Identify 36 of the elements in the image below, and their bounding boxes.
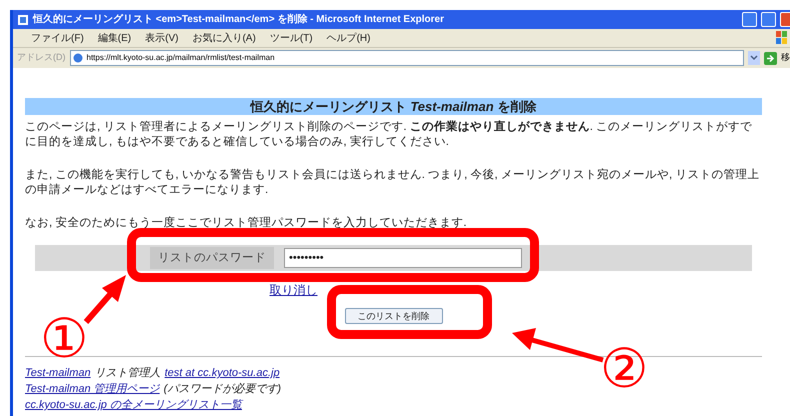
windows-logo-icon: [776, 31, 788, 45]
page-icon: [72, 53, 82, 63]
footer-text: リスト管理人: [94, 366, 161, 381]
minimize-button[interactable]: [742, 12, 757, 27]
footer-link[interactable]: cc.kyoto-su.ac.jp の全メーリングリスト一覧: [25, 397, 242, 413]
footer-text: (パスワードが必要です): [164, 382, 281, 397]
address-label: アドレス(D): [17, 51, 66, 64]
paragraph: なお, 安全のためにもう一度ここでリスト管理パスワードを入力していただきます.: [25, 216, 468, 231]
arrow: [84, 275, 126, 324]
menu-item[interactable]: 表示(V): [145, 30, 178, 46]
window-title: 恒久的にメーリングリスト <em>Test-mailman</em> を削除 - Microsoft Internet Explorer: [33, 12, 444, 27]
address-text: https://mlt.kyoto-su.ac.jp/mailman/rmlist/test-mailman: [86, 52, 275, 64]
go-arrow-icon[interactable]: [764, 52, 777, 64]
close-button[interactable]: [780, 12, 790, 27]
password-field[interactable]: •••••••••: [284, 248, 522, 268]
page-heading: 恒久的にメーリングリスト Test-mailman を削除: [25, 98, 762, 115]
paragraph: このページは, リスト管理者によるメーリングリスト削除のページです. この作業はやり直しができません. このメーリングリストがすでに目的を達成し, もはや不要であると確信している場合のみ, 実行してください.: [25, 120, 754, 150]
menu-item[interactable]: お気に入り(A): [192, 30, 256, 46]
go-button[interactable]: 移: [781, 51, 790, 65]
menu-item[interactable]: 編集(E): [98, 30, 132, 46]
maximize-button[interactable]: [761, 12, 776, 27]
dropdown-icon[interactable]: [748, 51, 760, 65]
step-number: ②: [600, 344, 648, 394]
menu-item[interactable]: ツール(T): [270, 30, 313, 46]
footer-link[interactable]: test at cc.kyoto-su.ac.jp: [164, 365, 280, 381]
footer-link[interactable]: Test-mailman 管理用ページ: [25, 381, 160, 397]
menu-item[interactable]: ヘルプ(H): [326, 30, 370, 46]
paragraph: また, この機能を実行しても, いかなる警告もリスト会員には送られません. つまり, 今後, メーリングリスト宛のメールや, リストの管理上の申請メールなどはすべてエラーになります.: [25, 168, 760, 198]
browser-icon: [17, 14, 29, 26]
step-number: ①: [40, 314, 88, 364]
footer-link[interactable]: Test-mailman: [25, 365, 91, 381]
cancel-link[interactable]: 取り消し: [270, 283, 318, 298]
delete-list-button[interactable]: このリストを削除: [344, 308, 442, 324]
menu-item[interactable]: ファイル(F): [31, 30, 84, 46]
address-field[interactable]: https://mlt.kyoto-su.ac.jp/mailman/rmlist/test-mailman: [70, 50, 744, 66]
password-label: リストのパスワード: [150, 247, 274, 269]
